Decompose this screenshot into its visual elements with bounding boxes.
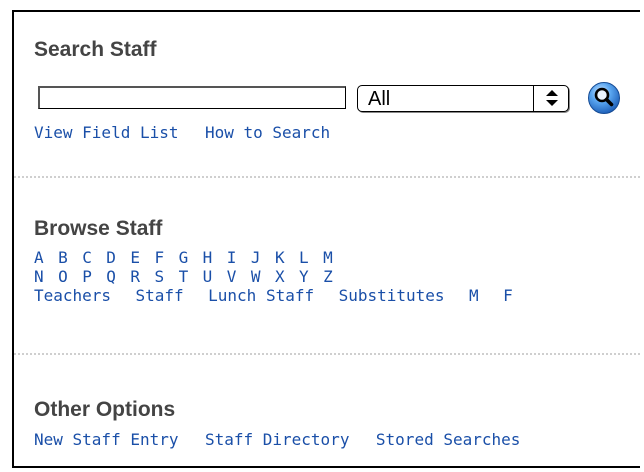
letter-link-k[interactable]: K [275, 248, 285, 267]
category-link-substitutes[interactable]: Substitutes [339, 286, 445, 305]
letter-link-f[interactable]: F [154, 248, 164, 267]
search-row: All [34, 81, 640, 117]
how-to-search-link[interactable]: How to Search [205, 123, 330, 142]
up-down-arrows-icon [546, 90, 558, 106]
letter-link-b[interactable]: B [58, 248, 68, 267]
stored-searches-link[interactable]: Stored Searches [376, 430, 521, 449]
search-go-button[interactable] [587, 81, 621, 115]
select-value: All [368, 88, 391, 110]
letter-link-x[interactable]: X [275, 267, 285, 286]
letter-link-m[interactable]: M [323, 248, 333, 267]
alphabet-row-a-m: A B C D E F G H I J K L M [34, 248, 640, 267]
letter-link-u[interactable]: U [203, 267, 213, 286]
new-staff-entry-link[interactable]: New Staff Entry [34, 430, 179, 449]
staff-directory-link[interactable]: Staff Directory [205, 430, 350, 449]
letter-link-o[interactable]: O [58, 267, 68, 286]
search-input[interactable] [38, 86, 346, 109]
staff-search-panel: Search Staff All View Field List How to … [12, 10, 640, 468]
letter-link-i[interactable]: I [227, 248, 237, 267]
letter-link-g[interactable]: G [179, 248, 189, 267]
search-staff-heading: Search Staff [34, 38, 157, 61]
letter-link-s[interactable]: S [154, 267, 164, 286]
other-options-section: Other Options New Staff Entry Staff Dire… [34, 398, 640, 450]
browse-staff-section: Browse Staff A B C D E F G H I J K L M N… [34, 217, 640, 306]
other-options-heading: Other Options [34, 398, 176, 421]
letter-link-l[interactable]: L [299, 248, 309, 267]
letter-link-n[interactable]: N [34, 267, 44, 286]
letter-link-v[interactable]: V [227, 267, 237, 286]
staff-category-links: Teachers Staff Lunch Staff Substitutes M… [34, 286, 640, 306]
category-link-lunch-staff[interactable]: Lunch Staff [208, 286, 314, 305]
section-divider [14, 353, 640, 355]
browse-staff-heading: Browse Staff [34, 217, 163, 240]
section-divider [14, 176, 640, 178]
letter-link-p[interactable]: P [82, 267, 92, 286]
letter-link-t[interactable]: T [179, 267, 189, 286]
letter-link-y[interactable]: Y [299, 267, 309, 286]
letter-link-a[interactable]: A [34, 248, 44, 267]
letter-link-w[interactable]: W [251, 267, 261, 286]
letter-link-h[interactable]: H [203, 248, 213, 267]
letter-link-c[interactable]: C [82, 248, 92, 267]
letter-link-q[interactable]: Q [106, 267, 116, 286]
letter-link-z[interactable]: Z [323, 267, 333, 286]
letter-link-d[interactable]: D [106, 248, 116, 267]
search-field-select[interactable]: All [357, 85, 569, 112]
search-staff-section: Search Staff All View Field List How to … [34, 38, 640, 143]
search-help-links: View Field List How to Search [34, 123, 640, 143]
letter-link-j[interactable]: J [251, 248, 261, 267]
category-link-teachers[interactable]: Teachers [34, 286, 111, 305]
letter-link-e[interactable]: E [130, 248, 140, 267]
category-link-male[interactable]: M [469, 286, 479, 305]
other-options-links: New Staff Entry Staff Directory Stored S… [34, 430, 640, 450]
category-link-female[interactable]: F [503, 286, 513, 305]
alphabet-row-n-z: N O P Q R S T U V W X Y Z [34, 267, 640, 286]
select-divider [533, 86, 534, 111]
category-link-staff[interactable]: Staff [136, 286, 184, 305]
view-field-list-link[interactable]: View Field List [34, 123, 179, 142]
letter-link-r[interactable]: R [130, 267, 140, 286]
